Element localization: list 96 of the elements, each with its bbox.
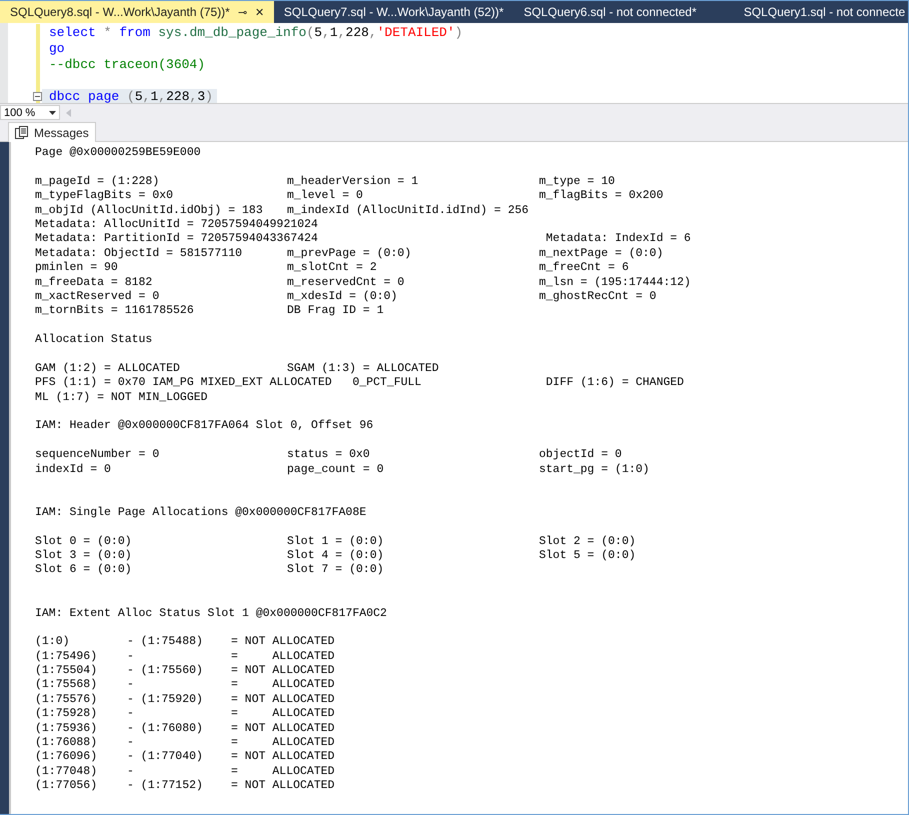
- extent-end: -: [127, 707, 135, 722]
- message-field: sequenceNumber = 0: [35, 448, 287, 463]
- message-field: page_count = 0: [287, 462, 539, 477]
- message-field: m_typeFlagBits = 0x0: [35, 189, 287, 204]
- message-field: m_xdesId = (0:0): [287, 290, 539, 304]
- message-field: m_objId (AllocUnitId.idObj) = 183: [35, 204, 287, 218]
- message-text: Allocation Status: [35, 333, 154, 348]
- extent-end: -: [127, 678, 135, 693]
- extent-status: = NOT ALLOCATED: [231, 750, 336, 765]
- collapse-icon[interactable]: [33, 92, 42, 100]
- message-field: Slot 7 = (0:0): [287, 563, 539, 578]
- code-line: select * from sys.dm_db_page_info(5,1,228,'DETAILED'): [48, 24, 463, 40]
- extent-end: -: [127, 650, 135, 664]
- message-field: Slot 0 = (0:0): [35, 534, 287, 549]
- extent-start: (1:75568): [35, 678, 98, 693]
- message-field: m_prevPage = (0:0): [287, 246, 539, 262]
- caret-icon[interactable]: [49, 110, 56, 114]
- document-tab[interactable]: SQLQuery1.sql - not connecte: [734, 1, 908, 23]
- message-field: Slot 6 = (0:0): [35, 563, 287, 578]
- message-field: m_reservedCnt = 0: [287, 276, 539, 290]
- extent-status: = ALLOCATED: [231, 764, 336, 780]
- message-field: DIFF (1:6) = CHANGED: [539, 376, 908, 391]
- extent-start: (1:77056): [35, 779, 98, 794]
- message-field: GAM (1:2) = ALLOCATED: [35, 362, 287, 376]
- document-icon: [15, 126, 29, 139]
- message-field: DB Frag ID = 1: [287, 304, 539, 319]
- message-field: m_ghostRecCnt = 0: [539, 290, 908, 304]
- extent-start: (1:76088): [35, 736, 98, 750]
- zoom-dropdown[interactable]: 100 %: [0, 105, 60, 120]
- extent-status: = NOT ALLOCATED: [231, 779, 336, 794]
- extent-end: -: [127, 736, 135, 750]
- extent-status: = ALLOCATED: [231, 678, 336, 693]
- message-field: m_tornBits = 1161785526: [35, 304, 287, 319]
- extent-start: (1:75576): [35, 692, 98, 708]
- extent-status: = NOT ALLOCATED: [231, 722, 336, 736]
- message-field: m_nextPage = (0:0): [539, 246, 908, 262]
- message-field: m_freeData = 8182: [35, 276, 287, 290]
- message-field: Slot 4 = (0:0): [287, 548, 539, 564]
- extent-end: - (1:75488): [127, 635, 204, 650]
- extent-start: (1:77048): [35, 764, 98, 780]
- message-field: Metadata: IndexId = 6: [539, 232, 908, 247]
- message-field: m_flagBits = 0x200: [539, 189, 908, 204]
- document-tab[interactable]: SQLQuery6.sql - not connected*: [514, 1, 734, 23]
- message-field: m_type = 10: [539, 174, 908, 190]
- extent-start: (1:76096): [35, 750, 98, 765]
- extent-status: = NOT ALLOCATED: [231, 692, 336, 708]
- extent-status: = ALLOCATED: [231, 736, 336, 750]
- message-field: m_indexId (AllocUnitId.idInd) = 256: [287, 204, 539, 218]
- message-field: start_pg = (1:0): [539, 462, 908, 477]
- extent-end: -: [127, 764, 135, 780]
- extent-end: - (1:75920): [127, 692, 204, 708]
- extent-start: (1:75504): [35, 664, 98, 678]
- message-text: PFS (1:1) = 0x70 IAM_PG MIXED_EXT ALLOCATED 0_PCT_FULL: [35, 376, 422, 391]
- message-field: Slot 5 = (0:0): [539, 548, 908, 564]
- message-field: Slot 3 = (0:0): [35, 548, 287, 564]
- extent-status: = ALLOCATED: [231, 707, 336, 722]
- extent-status: = ALLOCATED: [231, 650, 336, 664]
- message-field: Slot 2 = (0:0): [539, 534, 908, 549]
- message-field: Slot 1 = (0:0): [287, 534, 539, 549]
- code-line: --dbcc traceon(3604): [48, 56, 206, 72]
- message-field: status = 0x0: [287, 448, 539, 463]
- message-text: IAM: Single Page Allocations @0x000000CF817FA08E: [35, 506, 368, 520]
- extent-end: - (1:77040): [127, 750, 204, 765]
- message-text: Page @0x00000259BE59E000: [35, 146, 202, 160]
- extent-start: (1:75496): [35, 650, 98, 664]
- message-field: m_slotCnt = 2: [287, 261, 539, 276]
- document-tab[interactable]: SQLQuery8.sql - W...Work\Jayanth (75))* ⊸ ✕: [0, 1, 274, 23]
- extent-status: = NOT ALLOCATED: [231, 635, 336, 650]
- message-field: Metadata: ObjectId = 581577110: [35, 246, 287, 262]
- message-field: m_lsn = (195:17444:12): [539, 276, 908, 290]
- message-field: m_pageId = (1:228): [35, 174, 287, 190]
- extent-end: - (1:75560): [127, 664, 204, 678]
- message-text: IAM: Header @0x000000CF817FA064 Slot 0, Offset 96: [35, 419, 374, 434]
- message-text: IAM: Extent Alloc Status Slot 1 @0x000000CF817FA0C2: [35, 606, 388, 621]
- message-field: m_level = 0: [287, 189, 539, 204]
- message-field: indexId = 0: [35, 462, 287, 477]
- extent-start: (1:0): [35, 635, 71, 650]
- message-field: objectId = 0: [539, 448, 908, 463]
- message-field: m_headerVersion = 1: [287, 174, 539, 190]
- extent-start: (1:75936): [35, 722, 98, 736]
- extent-status: = NOT ALLOCATED: [231, 664, 336, 678]
- message-text: ML (1:7) = NOT MIN_LOGGED: [35, 390, 209, 406]
- message-field: m_xactReserved = 0: [35, 290, 287, 304]
- extent-start: (1:75928): [35, 707, 98, 722]
- message-field: SGAM (1:3) = ALLOCATED: [287, 362, 539, 376]
- extent-end: - (1:77152): [127, 779, 204, 794]
- code-line: go: [48, 40, 65, 56]
- messages-tab[interactable]: Messages: [8, 122, 96, 142]
- pin-icon[interactable]: ⊸: [238, 6, 247, 18]
- close-icon[interactable]: ✕: [254, 6, 264, 18]
- message-text: Metadata: PartitionId = 72057594043367424: [35, 232, 319, 247]
- extent-end: - (1:76080): [127, 722, 204, 736]
- message-text: Metadata: AllocUnitId = 72057594049921024: [35, 218, 319, 232]
- document-tab[interactable]: SQLQuery7.sql - W...Work\Jayanth (52))*: [274, 1, 514, 23]
- message-field: pminlen = 90: [35, 261, 287, 276]
- message-field: m_freeCnt = 6: [539, 261, 908, 276]
